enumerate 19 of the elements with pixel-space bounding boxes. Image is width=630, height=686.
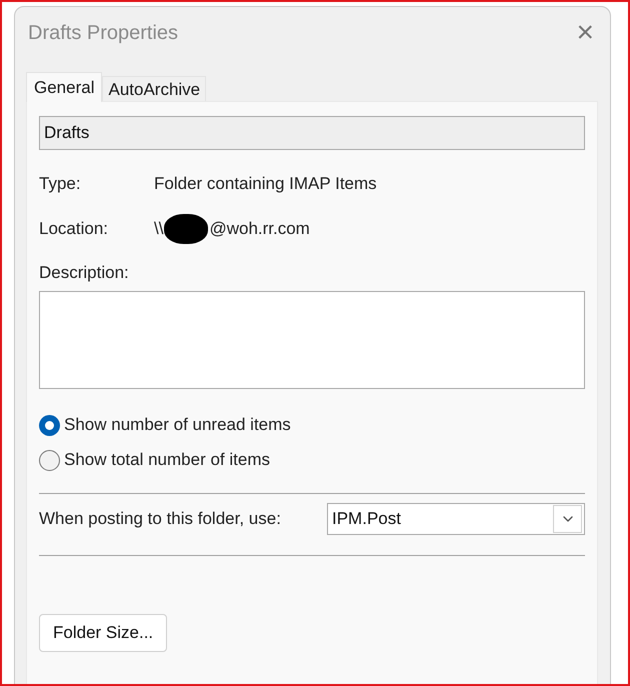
type-value: Folder containing IMAP Items bbox=[154, 173, 377, 196]
location-value-start: \\ bbox=[154, 218, 164, 240]
form-dropdown[interactable]: IPM.Post bbox=[327, 503, 585, 535]
radio-option[interactable]: Show number of unread items bbox=[39, 413, 585, 437]
radio-option[interactable]: Show total number of items bbox=[39, 448, 585, 472]
radio-button[interactable] bbox=[39, 414, 60, 436]
radio-button[interactable] bbox=[39, 450, 60, 470]
name-field[interactable]: Drafts bbox=[39, 116, 585, 150]
folder-size-button[interactable]: Folder Size... bbox=[39, 614, 168, 652]
description-label: Description: bbox=[39, 262, 129, 284]
posting-label: When posting to this folder, use: bbox=[39, 508, 282, 530]
location-value-end: @woh.rr.com bbox=[209, 218, 310, 240]
close-button[interactable]: × bbox=[576, 18, 594, 48]
tab[interactable]: AutoArchive bbox=[102, 76, 206, 102]
tab[interactable]: General bbox=[26, 72, 102, 102]
type-label: Type: bbox=[39, 173, 82, 196]
description-field[interactable] bbox=[39, 291, 585, 389]
location-label: Location: bbox=[39, 218, 109, 240]
window-title: Drafts Properties bbox=[28, 21, 178, 46]
